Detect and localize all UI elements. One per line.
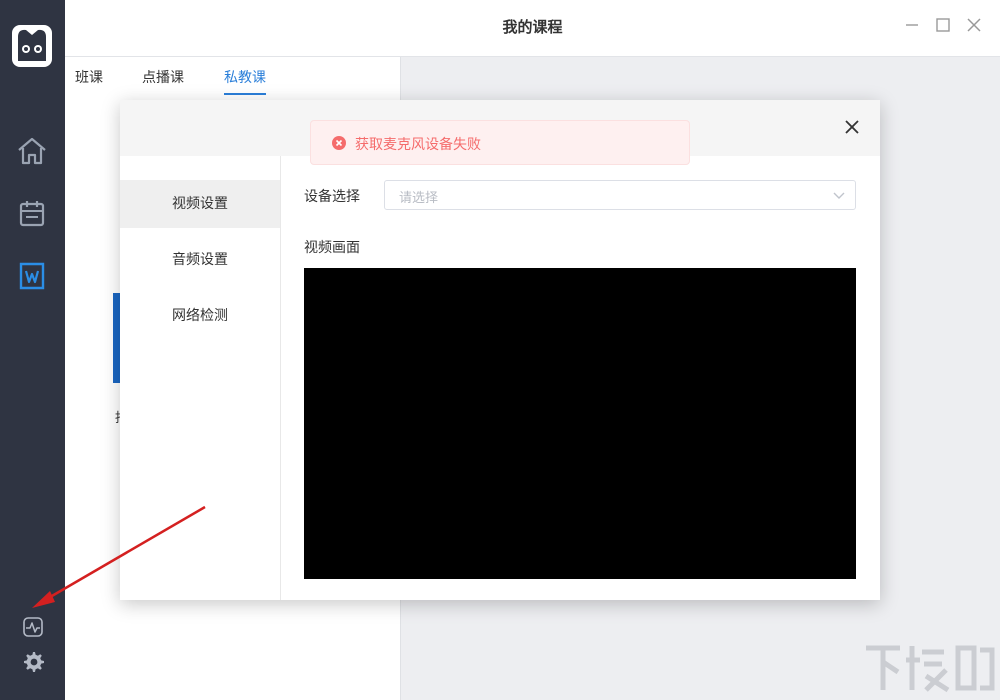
video-preview [304, 268, 856, 579]
calendar-icon[interactable] [16, 198, 48, 230]
dialog-close-icon[interactable] [842, 117, 862, 137]
app-logo [12, 25, 52, 67]
tab-on-demand-course[interactable]: 点播课 [142, 67, 184, 93]
video-preview-label: 视频画面 [304, 237, 360, 257]
settings-nav: 视频设置 音频设置 网络检测 [120, 156, 281, 600]
tab-class-course[interactable]: 班课 [75, 67, 103, 93]
close-icon[interactable] [965, 16, 983, 34]
tab-private-course[interactable]: 私教课 [224, 67, 266, 95]
device-select[interactable]: 请选择 [384, 180, 856, 210]
nav-audio-settings[interactable]: 音频设置 [120, 236, 280, 284]
chevron-down-icon [833, 189, 845, 201]
watermark-logo [862, 640, 997, 698]
sidebar [0, 0, 65, 700]
window-title: 我的课程 [65, 16, 1000, 37]
error-toast-message: 获取麦克风设备失败 [355, 134, 481, 154]
error-toast: 获取麦克风设备失败 [310, 120, 690, 165]
nav-video-settings[interactable]: 视频设置 [120, 180, 280, 228]
video-settings-panel: 设备选择 请选择 视频画面 [280, 156, 880, 600]
maximize-icon[interactable] [934, 16, 952, 34]
gear-icon[interactable] [21, 650, 45, 674]
course-icon[interactable] [16, 260, 48, 292]
device-test-icon[interactable] [20, 614, 46, 640]
home-icon[interactable] [16, 135, 48, 167]
device-select-label: 设备选择 [304, 186, 360, 206]
nav-network-check[interactable]: 网络检测 [120, 292, 280, 340]
settings-dialog: 视频设置 音频设置 网络检测 设备选择 请选择 视频画面 [120, 100, 880, 600]
title-bar: 我的课程 [65, 0, 1000, 57]
error-circle-icon [332, 136, 346, 150]
minimize-icon[interactable] [903, 16, 921, 34]
device-select-placeholder: 请选择 [399, 187, 438, 206]
